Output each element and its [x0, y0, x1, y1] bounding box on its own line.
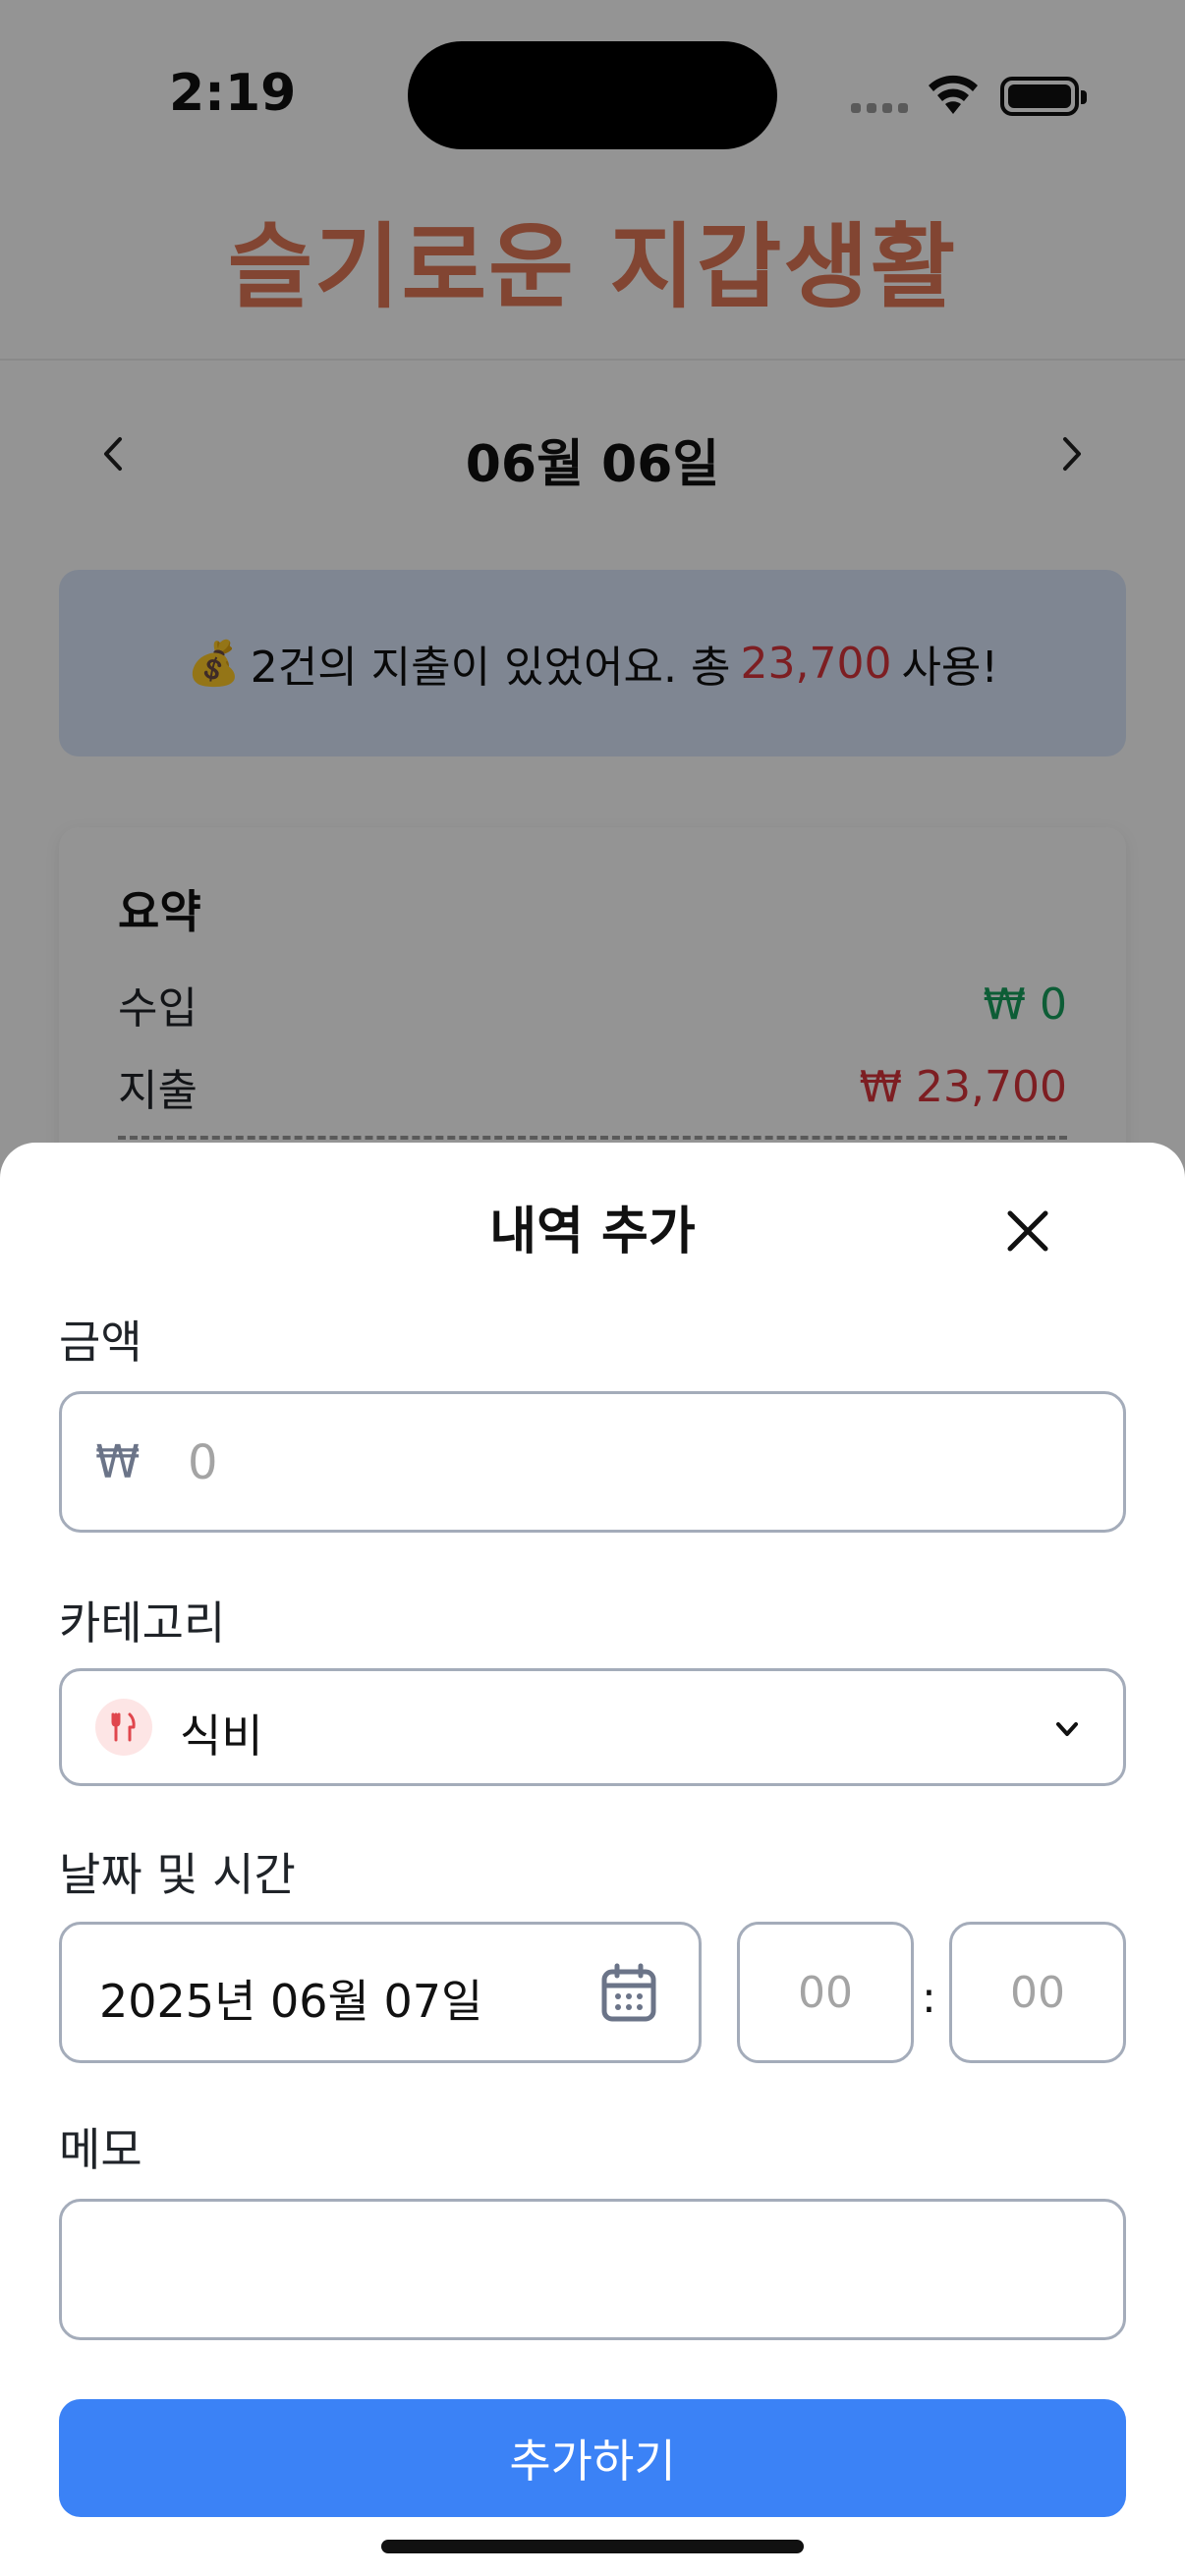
submit-button[interactable]: 추가하기: [59, 2399, 1126, 2517]
memo-input[interactable]: [59, 2199, 1126, 2340]
currency-symbol: ₩: [95, 1435, 141, 1488]
amount-placeholder: 0: [188, 1435, 218, 1490]
date-picker[interactable]: 2025년 06월 07일: [59, 1922, 702, 2063]
time-separator: :: [922, 1973, 936, 2023]
minute-placeholder: 00: [1010, 1968, 1065, 2018]
memo-label: 메모: [59, 2123, 142, 2176]
minute-input[interactable]: 00: [949, 1922, 1126, 2063]
category-label: 카테고리: [59, 1596, 226, 1650]
category-select[interactable]: 식비: [59, 1668, 1126, 1786]
hour-input[interactable]: 00: [737, 1922, 914, 2063]
date-value: 2025년 06월 07일: [99, 1975, 483, 2028]
close-button[interactable]: [1000, 1204, 1055, 1259]
hour-placeholder: 00: [798, 1968, 853, 2018]
calendar-icon: [601, 1963, 656, 2022]
close-icon: [1007, 1210, 1048, 1252]
home-indicator: [381, 2540, 804, 2553]
datetime-label: 날짜 및 시간: [59, 1848, 296, 1901]
amount-input[interactable]: ₩ 0: [59, 1391, 1126, 1533]
amount-label: 금액: [59, 1316, 142, 1369]
fork-knife-icon: [95, 1699, 152, 1756]
category-value: 식비: [180, 1709, 263, 1763]
chevron-down-icon: [1056, 1722, 1078, 1736]
